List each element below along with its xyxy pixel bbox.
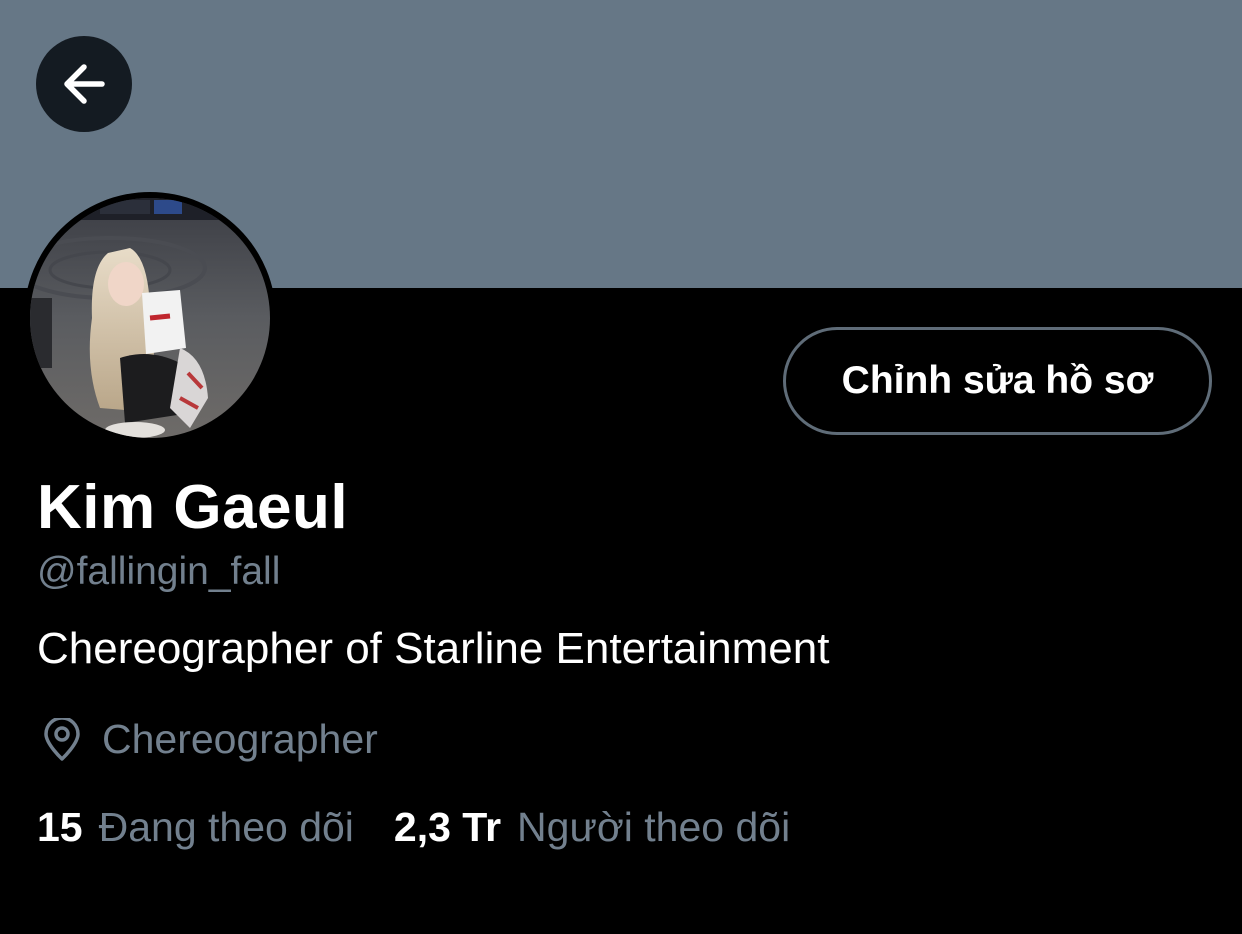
follow-stats: 15 Đang theo dõi 2,3 Tr Người theo dõi bbox=[37, 804, 790, 851]
followers-stat[interactable]: 2,3 Tr Người theo dõi bbox=[394, 804, 790, 851]
following-label: Đang theo dõi bbox=[98, 804, 354, 850]
followers-label: Người theo dõi bbox=[517, 804, 791, 850]
profile-page: Chỉnh sửa hồ sơ Kim Gaeul @fallingin_fal… bbox=[0, 0, 1242, 934]
edit-profile-button[interactable]: Chỉnh sửa hồ sơ bbox=[783, 327, 1212, 435]
avatar[interactable] bbox=[24, 192, 276, 444]
location-row: Chereographer bbox=[40, 716, 378, 763]
followers-count: 2,3 Tr bbox=[393, 804, 502, 850]
location-text: Chereographer bbox=[102, 716, 378, 762]
following-stat[interactable]: 15 Đang theo dõi bbox=[37, 804, 354, 851]
following-count: 15 bbox=[37, 804, 83, 850]
user-handle: @fallingin_fall bbox=[37, 550, 281, 593]
avatar-photo bbox=[30, 198, 270, 438]
display-name: Kim Gaeul bbox=[37, 473, 349, 542]
location-pin-icon bbox=[44, 717, 80, 761]
arrow-left-icon bbox=[64, 64, 105, 104]
back-button[interactable] bbox=[36, 36, 132, 132]
profile-bio: Chereographer of Starline Entertainment bbox=[37, 624, 830, 673]
